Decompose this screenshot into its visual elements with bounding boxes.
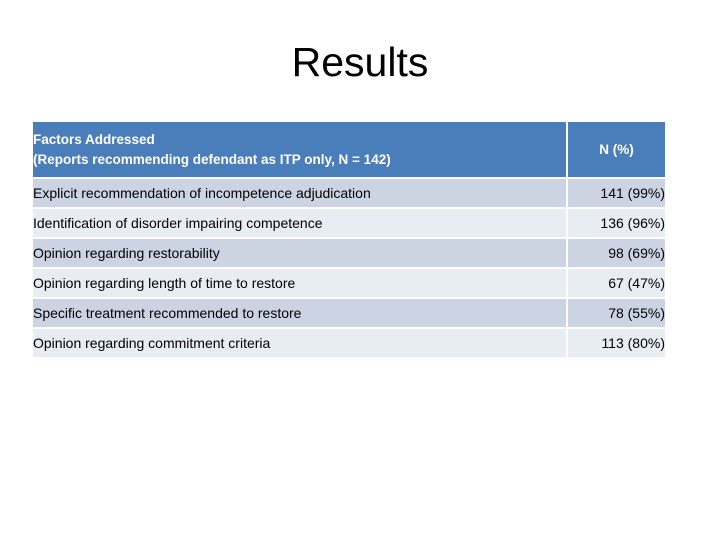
table-body: Explicit recommendation of incompetence …: [33, 177, 665, 357]
cell-value: 141 (99%): [568, 177, 665, 207]
table-row: Opinion regarding length of time to rest…: [33, 267, 665, 297]
table-row: Opinion regarding commitment criteria 11…: [33, 327, 665, 357]
column-header-factors-line2: (Reports recommending defendant as ITP o…: [33, 151, 391, 167]
cell-value: 78 (55%): [568, 297, 665, 327]
cell-factor: Opinion regarding commitment criteria: [33, 327, 568, 357]
cell-factor: Opinion regarding length of time to rest…: [33, 267, 568, 297]
column-header-factors: Factors Addressed (Reports recommending …: [33, 122, 568, 177]
cell-factor: Identification of disorder impairing com…: [33, 207, 568, 237]
column-header-n-percent: N (%): [568, 122, 665, 177]
cell-factor: Explicit recommendation of incompetence …: [33, 177, 568, 207]
cell-value: 113 (80%): [568, 327, 665, 357]
page-title: Results: [291, 39, 429, 85]
column-header-n-percent-label: N (%): [599, 141, 634, 157]
table-header: Factors Addressed (Reports recommending …: [33, 122, 665, 177]
cell-factor: Opinion regarding restorability: [33, 237, 568, 267]
table-header-row: Factors Addressed (Reports recommending …: [33, 122, 665, 177]
results-table: Factors Addressed (Reports recommending …: [33, 122, 665, 357]
cell-value: 136 (96%): [568, 207, 665, 237]
cell-value: 98 (69%): [568, 237, 665, 267]
table-row: Identification of disorder impairing com…: [33, 207, 665, 237]
column-header-factors-line1: Factors Addressed: [33, 132, 155, 148]
table-row: Specific treatment recommended to restor…: [33, 297, 665, 327]
cell-factor: Specific treatment recommended to restor…: [33, 297, 568, 327]
table-row: Opinion regarding restorability 98 (69%): [33, 237, 665, 267]
cell-value: 67 (47%): [568, 267, 665, 297]
table-row: Explicit recommendation of incompetence …: [33, 177, 665, 207]
